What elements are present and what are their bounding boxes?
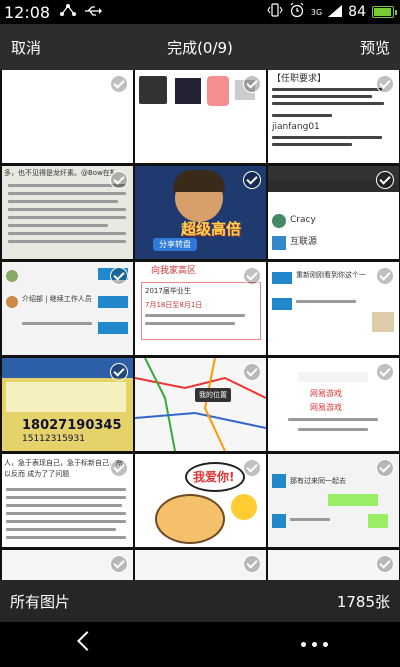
phone-number: 18027190345 — [22, 418, 122, 433]
photo-thumbnail[interactable]: 重新刚刚看到你这个一些东西 — [268, 262, 399, 355]
vibrate-icon — [267, 2, 283, 22]
done-button[interactable]: 完成(0/9) — [0, 37, 400, 58]
chat-message: 重新刚刚看到你这个一些东西 — [296, 271, 366, 279]
top-toolbar: 取消 完成(0/9) 预览 — [0, 24, 400, 70]
speech-bubble-text: 我爱你! — [193, 470, 235, 484]
photo-thumbnail[interactable] — [135, 70, 266, 163]
photo-thumbnail[interactable] — [268, 550, 399, 580]
notice-header: 向我家高区 — [151, 266, 197, 276]
select-checkbox[interactable] — [110, 75, 128, 93]
phone-number-2: 15112315931 — [22, 434, 85, 444]
red-text-2: 网易游戏 — [310, 403, 342, 412]
photo-thumbnail[interactable] — [2, 550, 133, 580]
photo-thumbnail[interactable]: 多，也不见得是龙纤素。@Bow在努力努力 — [2, 166, 133, 259]
select-checkbox[interactable] — [243, 459, 261, 477]
photo-thumbnail[interactable]: 18027190345 15112315931 — [2, 358, 133, 451]
select-checkbox[interactable] — [376, 555, 394, 573]
share-icon — [60, 3, 77, 21]
more-icon[interactable] — [301, 642, 328, 647]
back-icon[interactable] — [77, 631, 97, 651]
battery-percent: 84 — [348, 4, 366, 20]
recruit-title: 【任职要求】 — [272, 74, 327, 84]
status-right: 3G 84 — [267, 2, 397, 22]
notice-line-2: 7月18日至8月1日 — [145, 301, 203, 309]
album-selector[interactable]: 所有图片 — [10, 591, 70, 612]
select-checkbox[interactable] — [376, 171, 394, 189]
album-bar: 所有图片 1785张 — [0, 580, 400, 622]
select-checkbox[interactable] — [110, 363, 128, 381]
chat-message: 那有过来同一起去 — [290, 477, 346, 485]
share-wheel-button: 分享转盘 — [153, 238, 197, 251]
select-checkbox[interactable] — [110, 171, 128, 189]
select-checkbox[interactable] — [243, 171, 261, 189]
select-checkbox[interactable] — [243, 363, 261, 381]
status-left-icons — [60, 3, 103, 21]
select-checkbox[interactable] — [243, 267, 261, 285]
chat-label: 互联源 — [290, 237, 318, 247]
recruit-contact: jianfang01 — [272, 122, 320, 132]
photo-thumbnail[interactable]: 网易游戏 网易游戏 — [268, 358, 399, 451]
select-checkbox[interactable] — [376, 459, 394, 477]
select-checkbox[interactable] — [110, 555, 128, 573]
game-banner-text: 超级高倍 — [181, 220, 242, 238]
photo-thumbnail[interactable]: 人，急于表现自己，急于标新自己，所以反而 成为了了问题 — [2, 454, 133, 547]
photo-thumbnail[interactable]: 我爱你! — [135, 454, 266, 547]
chat-message: 介绍部 | 继续工作人员都要加入 — [22, 295, 92, 303]
photo-thumbnail[interactable]: 我的位置 — [135, 358, 266, 451]
select-checkbox[interactable] — [376, 267, 394, 285]
alarm-icon — [289, 2, 305, 22]
photo-thumbnail[interactable]: 【任职要求】 jianfang01 — [268, 70, 399, 163]
my-location-label: 我的位置 — [195, 388, 231, 402]
red-text-1: 网易游戏 — [310, 389, 342, 398]
photo-thumbnail[interactable]: 向我家高区 2017届毕业生 7月18日至8月1日 — [135, 262, 266, 355]
select-checkbox[interactable] — [243, 555, 261, 573]
navigation-bar — [0, 622, 400, 667]
photo-thumbnail[interactable]: 介绍部 | 继续工作人员都要加入 — [2, 262, 133, 355]
status-time: 12:08 — [4, 2, 51, 22]
signal-3g-label: 3G — [310, 7, 323, 17]
battery-icon — [372, 6, 397, 18]
preview-button[interactable]: 预览 — [360, 37, 390, 58]
photo-grid: 【任职要求】 jianfang01 多，也不见得是龙纤素。@Bow在努力努力 超… — [0, 70, 400, 580]
photo-thumbnail[interactable]: Cracy 互联源 — [268, 166, 399, 259]
chat-user: Cracy — [290, 215, 316, 225]
status-bar: 12:08 3G 84 — [0, 0, 400, 24]
select-checkbox[interactable] — [110, 267, 128, 285]
select-checkbox[interactable] — [376, 363, 394, 381]
usb-icon — [84, 3, 103, 21]
photo-count: 1785张 — [336, 592, 390, 611]
photo-thumbnail[interactable] — [2, 70, 133, 163]
thumbnail-text: 多，也不见得是龙纤素。@Bow在努力努力 — [4, 169, 114, 177]
photo-thumbnail[interactable]: 那有过来同一起去 — [268, 454, 399, 547]
select-checkbox[interactable] — [376, 75, 394, 93]
notice-line-1: 2017届毕业生 — [145, 287, 191, 295]
select-checkbox[interactable] — [110, 459, 128, 477]
select-checkbox[interactable] — [243, 75, 261, 93]
signal-icon — [328, 3, 343, 21]
photo-thumbnail[interactable]: 超级高倍 分享转盘 — [135, 166, 266, 259]
photo-thumbnail[interactable] — [135, 550, 266, 580]
